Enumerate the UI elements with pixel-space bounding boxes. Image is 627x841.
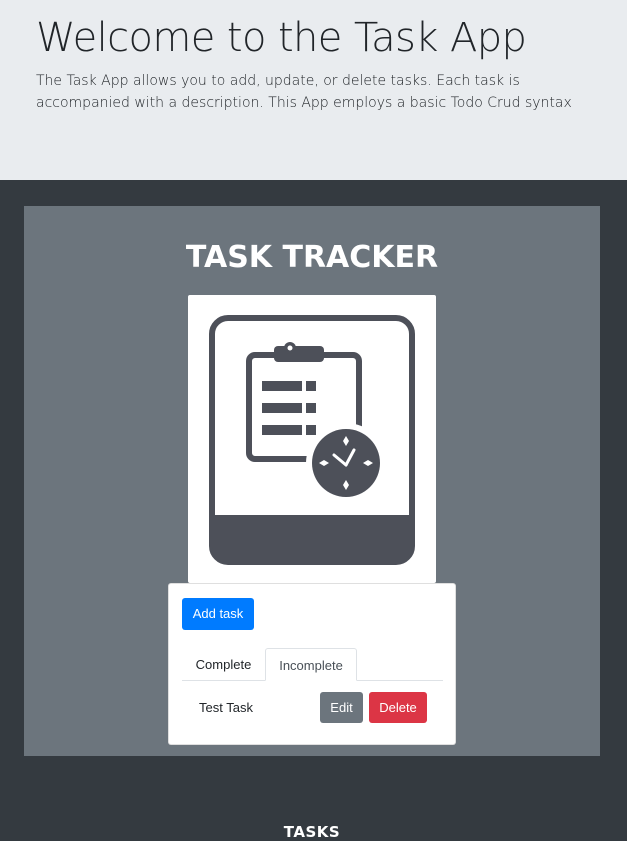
tab-complete[interactable]: Complete <box>186 648 261 681</box>
delete-task-button[interactable]: Delete <box>369 692 427 723</box>
tab-incomplete[interactable]: Incomplete <box>265 648 357 681</box>
task-name: Test Task <box>199 700 253 715</box>
page-description: The Task App allows you to add, update, … <box>36 73 572 111</box>
task-card: Add task Complete Incomplete Test Task E… <box>168 583 456 745</box>
jumbotron: Welcome to the Task App The Task App all… <box>0 0 627 180</box>
add-task-button[interactable]: Add task <box>182 598 254 630</box>
page-title: Welcome to the Task App <box>36 15 527 61</box>
tasks-logo: TASKS <box>188 295 436 841</box>
tracker-title: TASK TRACKER <box>185 240 439 275</box>
edit-task-button[interactable]: Edit <box>320 692 363 723</box>
clipboard-clock-icon <box>209 315 415 565</box>
logo-caption: TASKS <box>283 823 341 841</box>
